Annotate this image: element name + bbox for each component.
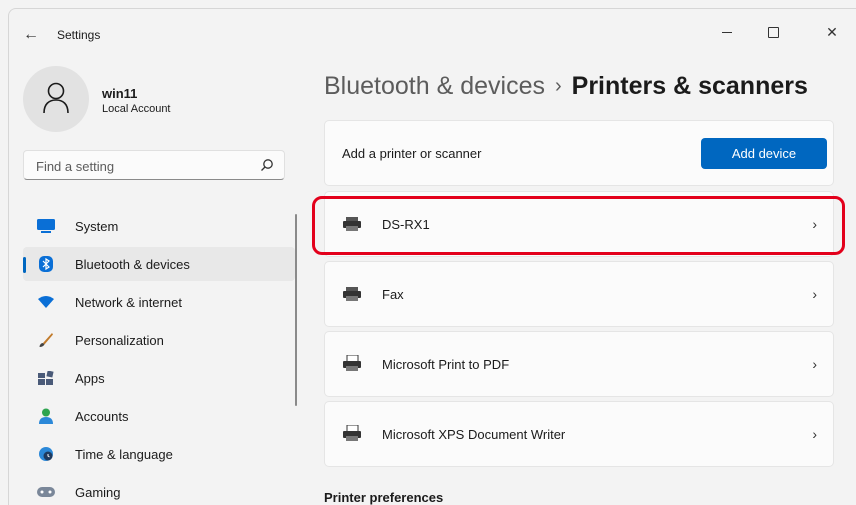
- sidebar-item-label: Time & language: [75, 447, 173, 462]
- minimize-icon: [722, 31, 732, 33]
- search-input[interactable]: [34, 156, 258, 176]
- globe-clock-icon: [37, 446, 55, 462]
- sidebar-item-label: Accounts: [75, 409, 129, 424]
- device-row-fax[interactable]: Fax ›: [324, 261, 834, 327]
- avatar[interactable]: [23, 66, 89, 132]
- sidebar-nav: System Bluetooth & devices Network & int…: [23, 209, 295, 505]
- add-printer-card: Add a printer or scanner Add device: [324, 120, 834, 186]
- maximize-icon: [767, 26, 779, 38]
- sidebar-item-accounts[interactable]: Accounts: [23, 399, 295, 433]
- title-bar: ← Settings ✕: [9, 9, 856, 57]
- device-name: DS-RX1: [382, 217, 430, 232]
- gamepad-icon: [37, 484, 55, 500]
- device-name: Microsoft Print to PDF: [382, 357, 510, 372]
- sidebar-item-bluetooth-devices[interactable]: Bluetooth & devices: [23, 247, 295, 281]
- sidebar-item-gaming[interactable]: Gaming: [23, 475, 295, 505]
- user-name: win11: [102, 86, 138, 101]
- sidebar-item-label: Network & internet: [75, 295, 182, 310]
- brush-icon: [37, 332, 55, 348]
- sidebar-item-label: System: [75, 219, 119, 234]
- sidebar-item-apps[interactable]: Apps: [23, 361, 295, 395]
- back-arrow-icon[interactable]: ←: [21, 25, 41, 45]
- search-icon[interactable]: [260, 158, 274, 172]
- add-printer-label: Add a printer or scanner: [342, 146, 482, 161]
- printer-icon: [343, 217, 361, 231]
- sidebar-item-label: Gaming: [75, 485, 121, 500]
- sidebar-scrollbar[interactable]: [295, 214, 297, 406]
- person-icon: [37, 408, 55, 424]
- close-button[interactable]: ✕: [809, 17, 855, 47]
- device-name: Fax: [382, 287, 404, 302]
- device-row-xps-writer[interactable]: Microsoft XPS Document Writer ›: [324, 401, 834, 467]
- sidebar-item-network[interactable]: Network & internet: [23, 285, 295, 319]
- settings-window: ← Settings ✕ win11 Local Account System: [8, 8, 856, 505]
- device-row-ds-rx1[interactable]: DS-RX1 ›: [324, 191, 834, 257]
- sidebar-item-system[interactable]: System: [23, 209, 295, 243]
- sidebar-item-label: Apps: [75, 371, 105, 386]
- section-heading: Printer preferences: [324, 490, 444, 505]
- bluetooth-icon: [37, 256, 55, 272]
- chevron-right-icon: ›: [812, 286, 817, 302]
- sidebar-item-label: Bluetooth & devices: [75, 257, 190, 272]
- breadcrumb-parent[interactable]: Bluetooth & devices: [324, 72, 545, 100]
- chevron-right-icon: ›: [812, 356, 817, 372]
- sidebar-item-label: Personalization: [75, 333, 164, 348]
- add-device-button[interactable]: Add device: [701, 138, 827, 169]
- app-title: Settings: [57, 28, 101, 42]
- wifi-icon: [37, 294, 55, 310]
- breadcrumb: Bluetooth & devices › Printers & scanners: [324, 72, 808, 101]
- chevron-right-icon: ›: [812, 216, 817, 232]
- maximize-button[interactable]: [750, 17, 796, 47]
- device-row-print-to-pdf[interactable]: Microsoft Print to PDF ›: [324, 331, 834, 397]
- printer-document-icon: [343, 355, 361, 371]
- sidebar-item-time-language[interactable]: Time & language: [23, 437, 295, 471]
- account-type: Local Account: [102, 103, 171, 115]
- printer-document-icon: [343, 425, 361, 441]
- printer-icon: [343, 287, 361, 301]
- sidebar-item-personalization[interactable]: Personalization: [23, 323, 295, 357]
- monitor-icon: [37, 218, 55, 234]
- search-box[interactable]: [23, 150, 285, 180]
- device-name: Microsoft XPS Document Writer: [382, 427, 566, 442]
- close-icon: ✕: [826, 23, 838, 40]
- chevron-right-icon: ›: [812, 426, 817, 442]
- apps-icon: [37, 370, 55, 386]
- page-title: Printers & scanners: [571, 72, 808, 100]
- active-indicator: [23, 257, 26, 273]
- person-avatar-icon: [43, 82, 69, 114]
- minimize-button[interactable]: [704, 17, 750, 47]
- breadcrumb-separator: ›: [554, 75, 562, 97]
